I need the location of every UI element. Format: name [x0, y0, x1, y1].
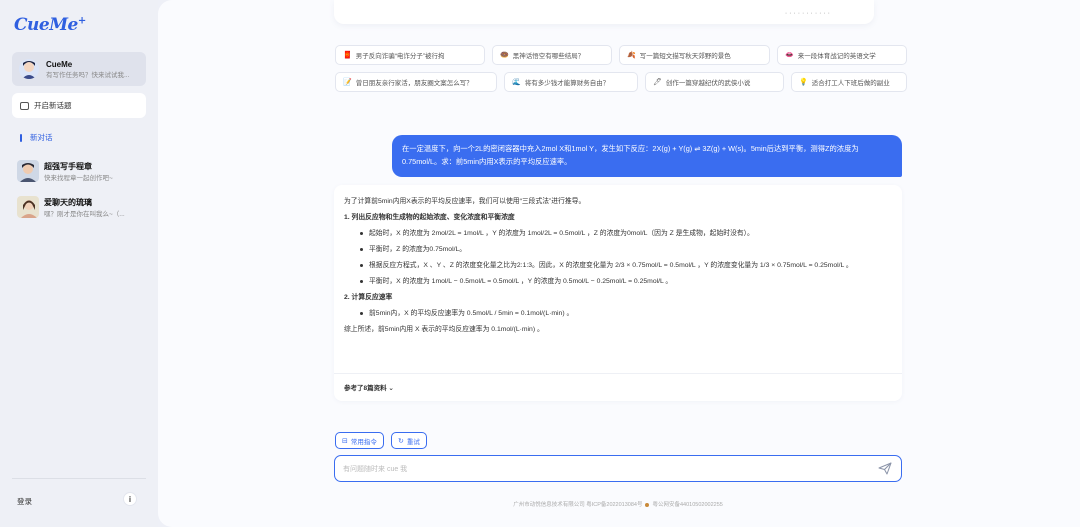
refresh-icon: ↻	[398, 437, 404, 445]
chip-icon: 🧧	[343, 52, 352, 59]
agent-subtitle: 有写作任务吗？快来试试我...	[46, 71, 130, 79]
user-message: 在一定温度下，向一个2L的密闭容器中充入2mol X和1mol Y，发生如下反应…	[392, 135, 902, 177]
login-link[interactable]: 登录	[17, 496, 32, 507]
new-chat-button[interactable]: 开启新话题	[12, 93, 146, 118]
app-logo[interactable]: CueMe+	[14, 15, 86, 35]
prompt-chip[interactable]: 💡 适合打工人下班后做的副业	[791, 72, 907, 92]
history-subtitle: 嘿？刚才是你在叫我么~（...	[44, 210, 125, 218]
history-title: 超强写手程章	[44, 161, 92, 171]
answer-intro: 为了计算前5min内用X表示的平均反应速率，我们可以使用“三段式法”进行推导。	[344, 198, 586, 205]
answer-list-item: 起始时，X 的浓度为 2mol/2L = 1mol/L ，Y 的浓度为 1mol…	[360, 228, 894, 239]
police-badge-icon	[645, 502, 650, 507]
assistant-answer: 为了计算前5min内用X表示的平均反应速率，我们可以使用“三段式法”进行推导。 …	[334, 185, 902, 401]
sidebar-item-history[interactable]: 爱聊天的琉璃 嘿？刚才是你在叫我么~（...	[17, 196, 151, 218]
answer-heading: 2. 计算反应速率	[344, 294, 393, 301]
retry-button[interactable]: ↻ 重试	[391, 432, 427, 449]
chip-icon: 💡	[799, 79, 808, 86]
chip-icon: 🍩	[500, 52, 509, 59]
answer-conclusion: 综上所述，前5min内用 X 表示的平均反应速率为 0.1mol/(L·min)…	[344, 326, 544, 333]
info-icon[interactable]: i	[123, 492, 137, 506]
new-chat-icon	[20, 101, 29, 110]
chip-icon: 👄	[785, 52, 794, 59]
prompt-chip[interactable]: 🖊 创作一篇穿越纪伏的武侠小说	[645, 72, 784, 92]
prompt-chip[interactable]: 📝 曾日朋友亲行家活，朋友圈文案怎么写？	[335, 72, 497, 92]
prompt-chip[interactable]: 🍩 黑神话悟空有哪些结局？	[492, 45, 612, 65]
sidebar: CueMe+ CueMe 有写作任务吗？快来试试我... 开启新话题 新对话 超…	[0, 0, 158, 527]
references-toggle[interactable]: 参考了8篇资料 ⌄	[344, 382, 394, 392]
prompt-chip[interactable]: 🧧 男子反向诈骗“电诈分子”被行拘	[335, 45, 485, 65]
active-indicator	[20, 133, 22, 142]
chat-main: · · · · · · · · · · · 🧧 男子反向诈骗“电诈分子”被行拘 🍩…	[158, 0, 1080, 527]
answer-list-item: 平衡时，X 的浓度为 1mol/L − 0.5mol/L = 0.5mol/L …	[360, 276, 894, 287]
answer-list-item: 前5min内，X 的平均反应速率为 0.5mol/L / 5min = 0.1m…	[360, 308, 894, 319]
sidebar-divider	[12, 478, 146, 479]
chip-icon: 🌊	[512, 79, 521, 86]
agent-name: CueMe	[46, 59, 73, 69]
chip-icon: 🖊	[653, 79, 662, 86]
command-icon: ⊟	[342, 437, 348, 445]
answer-divider	[334, 373, 902, 374]
prompt-chip[interactable]: 🌊 将有多少钱才能算财务自由？	[504, 72, 638, 92]
chat-input[interactable]	[343, 462, 863, 476]
chip-icon: 📝	[343, 79, 352, 86]
prompt-chip[interactable]: 👄 来一段体育战记的英语文学	[777, 45, 907, 65]
answer-list-item: 平衡时，Z 的浓度为0.75mol/L。	[360, 244, 894, 255]
history-subtitle: 快来找程章一起创作吧~	[44, 174, 113, 182]
prompt-chip[interactable]: 🍂 写一篇短文描写秋天郊野的景色	[619, 45, 770, 65]
previous-message-fragment: · · · · · · · · · · ·	[334, 0, 874, 24]
sidebar-item-history[interactable]: 超强写手程章 快来找程章一起创作吧~	[17, 160, 151, 182]
agent-avatar	[19, 59, 39, 79]
common-commands-button[interactable]: ⊟ 常用指令	[335, 432, 384, 449]
chat-input-box	[334, 455, 902, 482]
history-title: 爱聊天的琉璃	[44, 197, 92, 207]
agent-card-cueme[interactable]: CueMe 有写作任务吗？快来试试我...	[12, 52, 146, 86]
answer-heading: 1. 列出反应物和生成物的起始浓度、变化浓度和平衡浓度	[344, 214, 515, 221]
answer-list-item: 根据反应方程式，X 、Y 、Z 的浓度变化量之比为2:1:3。因此，X 的浓度变…	[360, 260, 894, 271]
send-icon[interactable]	[878, 462, 892, 475]
chip-icon: 🍂	[627, 52, 636, 59]
sidebar-item-current-chat[interactable]: 新对话	[20, 132, 53, 143]
history-avatar	[17, 196, 39, 218]
footer: 广州市动悦信息技术有限公司 粤ICP备2022013084号 粤公网安备44010…	[513, 502, 723, 508]
history-avatar	[17, 160, 39, 182]
